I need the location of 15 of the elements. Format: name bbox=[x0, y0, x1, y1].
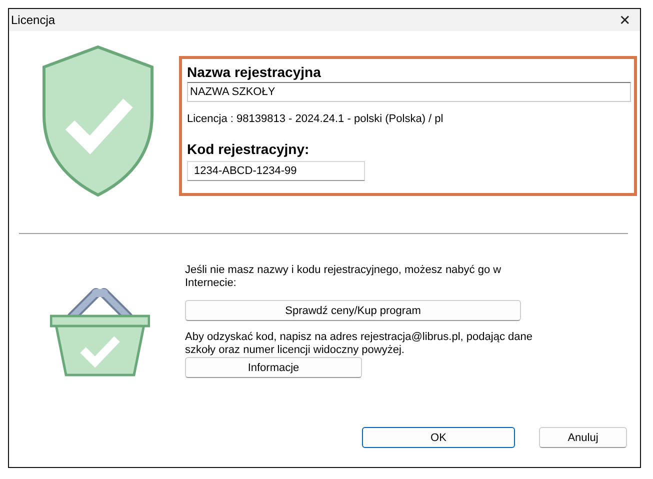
shield-check-icon bbox=[40, 45, 156, 197]
close-button[interactable]: ✕ bbox=[610, 9, 640, 31]
basket-check-icon bbox=[50, 287, 150, 377]
window-title: Licencja bbox=[11, 13, 56, 27]
name-field[interactable]: NAZWA SZKOŁY bbox=[187, 82, 631, 102]
code-field[interactable]: 1234-ABCD-1234-99 bbox=[187, 161, 365, 181]
purchase-info: Jeśli nie masz nazwy i kodu rejestracyjnego, możesz nabyć go w Internecie: bbox=[185, 264, 502, 290]
code-heading: Kod rejestracyjny: bbox=[187, 141, 310, 157]
name-heading: Nazwa rejestracyjna bbox=[187, 64, 322, 80]
buy-button[interactable]: Sprawdź ceny/Kup program bbox=[185, 300, 521, 321]
cancel-button[interactable]: Anuluj bbox=[539, 427, 627, 448]
license-info: Licencja : 98139813 - 2024.24.1 - polski (Polska) / pl bbox=[187, 113, 444, 125]
ok-button[interactable]: OK bbox=[362, 427, 515, 448]
info-button[interactable]: Informacje bbox=[185, 357, 362, 378]
recovery-info: Aby odzyskać kod, napisz na adres rejestracja@librus.pl, podając dane szkoły oraz numer licencji widoczny powyżej. bbox=[185, 331, 534, 357]
